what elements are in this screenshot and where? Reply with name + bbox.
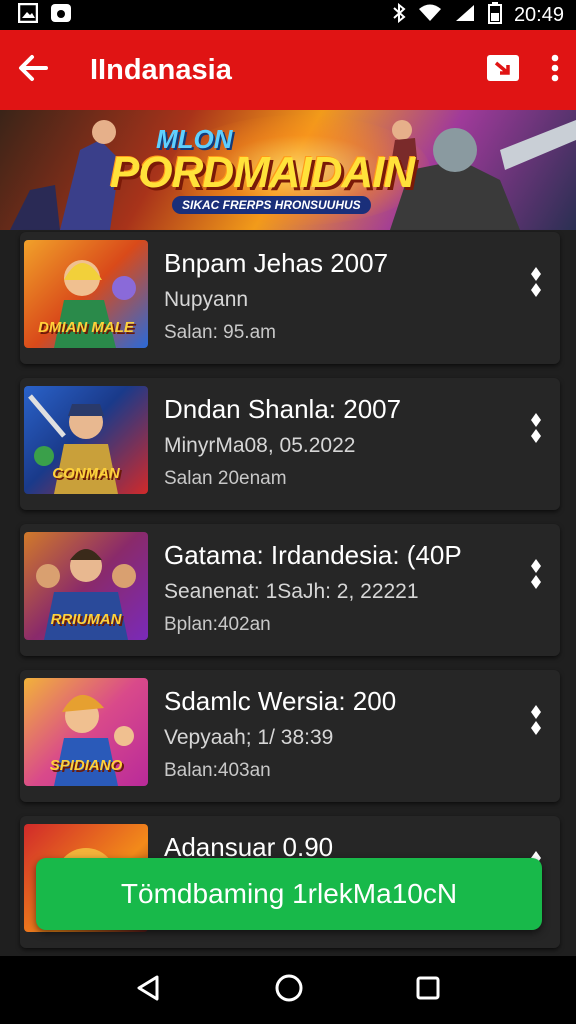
list-item[interactable]: SPIDIANO Sdamlc Wersia: 200 Vepyaah; 1/ … (20, 670, 560, 802)
banner-title: PORDMAIDAIN (110, 148, 415, 197)
list-item[interactable]: CONMAN Dndan Shanla: 2007 MinyrMa08, 05.… (20, 378, 560, 510)
bluetooth-icon (392, 2, 406, 28)
item-title: Sdamlc Wersia: 200 (164, 686, 397, 716)
item-meta: Bplan:402an (164, 614, 271, 635)
item-meta: Salan 20enam (164, 468, 287, 489)
page-title: IIndanasia (90, 53, 232, 86)
download-button[interactable]: Tömdbaming 1rlekMa10cN (36, 858, 542, 930)
item-meta: Salan: 95.am (164, 322, 276, 343)
status-right: 20:49 (392, 1, 564, 29)
item-title: Bnpam Jehas 2007 (164, 248, 389, 278)
item-menu-icon[interactable] (530, 558, 542, 590)
thumbnail-label: DMIAN MALE (38, 319, 134, 336)
arrow-back-icon[interactable] (16, 51, 50, 90)
more-vert-icon[interactable] (550, 53, 560, 88)
item-thumbnail: SPIDIANO (24, 678, 148, 786)
image-icon (17, 2, 39, 28)
status-time: 20:49 (513, 3, 564, 26)
item-subtitle: MinyrMa08, 05.2022 (164, 434, 356, 457)
list-item[interactable]: RRIUMAN Gatama: Irdandesia: (40P Seanena… (20, 524, 560, 656)
signal-icon (454, 3, 476, 28)
item-menu-icon[interactable] (530, 704, 542, 736)
item-thumbnail: RRIUMAN (24, 532, 148, 640)
item-menu-icon[interactable] (530, 266, 542, 298)
battery-icon (487, 1, 502, 29)
banner-subtitle: SIKAC FRERPS HRONSUUHUS (172, 196, 371, 214)
item-subtitle: Nupyann (164, 288, 249, 311)
thumbnail-label: RRIUMAN (50, 611, 122, 628)
back-triangle-icon[interactable] (135, 974, 163, 1007)
app-bar: IIndanasia (0, 30, 576, 110)
cast-icon[interactable] (486, 53, 520, 88)
item-title: Dndan Shanla: 2007 (164, 394, 402, 424)
app-bar-actions (486, 53, 560, 88)
wifi-icon (418, 3, 442, 28)
list-item[interactable]: DMIAN MALE Bnpam Jehas 2007 Nupyann Sala… (20, 232, 560, 364)
item-subtitle: Vepyaah; 1/ 38:39 (164, 726, 334, 749)
status-left (17, 2, 72, 28)
system-nav-bar (0, 956, 576, 1024)
item-subtitle: Seanenat: 1SaJh: 2, 22221 (164, 580, 419, 603)
home-circle-icon[interactable] (274, 973, 304, 1008)
recents-square-icon[interactable] (415, 975, 441, 1006)
thumbnail-label: SPIDIANO (49, 757, 123, 774)
item-thumbnail: DMIAN MALE (24, 240, 148, 348)
item-meta: Balan:403an (164, 760, 271, 781)
item-thumbnail: CONMAN (24, 386, 148, 494)
item-menu-icon[interactable] (530, 412, 542, 444)
promo-banner[interactable]: MLON PORDMAIDAIN SIKAC FRERPS HRONSUUHUS (0, 110, 576, 230)
thumbnail-label: CONMAN (52, 465, 120, 482)
item-title: Gatama: Irdandesia: (40P (164, 540, 462, 570)
status-bar: 20:49 (0, 0, 576, 30)
gamepad-icon (50, 3, 72, 28)
